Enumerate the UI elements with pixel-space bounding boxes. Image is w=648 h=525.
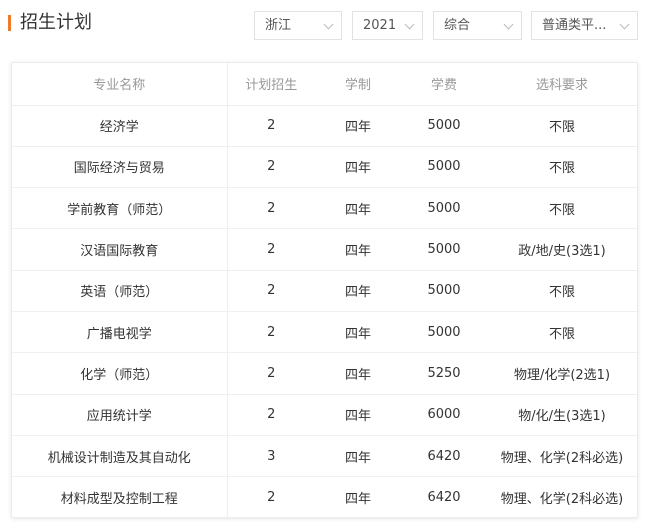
plan-cell: 2	[227, 394, 315, 436]
table-header-row: 专业名称 计划招生 学制 学费 选科要求	[12, 63, 637, 106]
tuition-cell: 6420	[401, 435, 487, 478]
chevron-down-icon	[619, 19, 630, 30]
table-row: 材料成型及控制工程 2 四年 6420 物理、化学(2科必选)	[12, 476, 637, 518]
requirement-cell: 物理、化学(2科必选)	[487, 435, 637, 478]
plan-cell: 2	[227, 352, 315, 395]
major-cell: 机械设计制造及其自动化	[12, 435, 228, 478]
table-row: 广播电视学 2 四年 5000 不限	[12, 311, 637, 354]
major-cell: 英语（师范）	[12, 270, 228, 312]
major-cell: 汉语国际教育	[12, 228, 228, 271]
plan-cell: 2	[227, 228, 315, 271]
plan-cell: 2	[227, 146, 315, 189]
title-accent-bar	[8, 15, 11, 31]
subject-type-select[interactable]: 综合	[433, 11, 522, 40]
chevron-down-icon	[323, 19, 334, 30]
tuition-cell: 5000	[401, 228, 487, 271]
duration-cell: 四年	[315, 352, 401, 395]
batch-select-value: 普通类平...	[542, 18, 607, 33]
requirement-cell: 不限	[487, 311, 637, 354]
page-header: 招生计划 浙江 2021 综合 普通类平...	[0, 0, 648, 52]
plan-cell: 3	[227, 435, 315, 478]
requirement-cell: 不限	[487, 270, 637, 312]
tuition-cell: 5000	[401, 105, 487, 147]
tuition-cell: 6000	[401, 394, 487, 436]
duration-cell: 四年	[315, 435, 401, 478]
major-cell: 应用统计学	[12, 394, 228, 436]
chevron-down-icon	[404, 19, 415, 30]
tuition-cell: 5250	[401, 352, 487, 395]
requirement-cell: 政/地/史(3选1)	[487, 228, 637, 271]
table-row: 学前教育（师范） 2 四年 5000 不限	[12, 187, 637, 230]
plan-cell: 2	[227, 105, 315, 147]
duration-cell: 四年	[315, 394, 401, 436]
requirement-cell: 不限	[487, 146, 637, 189]
major-cell: 广播电视学	[12, 311, 228, 354]
major-cell: 国际经济与贸易	[12, 146, 228, 189]
province-select-value: 浙江	[265, 18, 292, 33]
requirement-cell: 物/化/生(3选1)	[487, 394, 637, 436]
tuition-cell: 6420	[427, 490, 461, 506]
table-row: 国际经济与贸易 2 四年 5000 不限	[12, 146, 637, 189]
plan-cell: 2	[227, 311, 315, 354]
subject-type-select-value: 综合	[444, 18, 471, 33]
tuition-cell: 5000	[401, 146, 487, 189]
table-row: 英语（师范） 2 四年 5000 不限	[12, 270, 637, 312]
requirement-cell: 不限	[487, 187, 637, 230]
major-cell: 学前教育（师范）	[12, 187, 228, 230]
duration-cell: 四年	[315, 311, 401, 354]
column-header-tuition: 学费	[401, 63, 487, 106]
duration-cell: 四年	[315, 187, 401, 230]
tuition-cell: 5000	[401, 270, 487, 312]
plan-cell: 2	[267, 490, 276, 506]
major-cell: 化学（师范）	[12, 352, 228, 395]
requirement-cell: 物理/化学(2选1)	[487, 352, 637, 395]
column-header-major: 专业名称	[12, 63, 228, 106]
year-select-value: 2021	[363, 18, 397, 33]
enrollment-plan-table: 专业名称 计划招生 学制 学费 选科要求 经济学 2 四年 5000 不限 国际…	[11, 62, 638, 518]
tuition-cell: 5000	[401, 311, 487, 354]
table-row: 汉语国际教育 2 四年 5000 政/地/史(3选1)	[12, 228, 637, 271]
chevron-down-icon	[503, 19, 514, 30]
year-select[interactable]: 2021	[352, 11, 423, 40]
tuition-cell: 5000	[401, 187, 487, 230]
duration-cell: 四年	[315, 105, 401, 147]
table-row: 机械设计制造及其自动化 3 四年 6420 物理、化学(2科必选)	[12, 435, 637, 478]
requirement-cell: 不限	[487, 105, 637, 147]
table-row: 应用统计学 2 四年 6000 物/化/生(3选1)	[12, 394, 637, 436]
table-row: 经济学 2 四年 5000 不限	[12, 105, 637, 147]
plan-cell: 2	[227, 187, 315, 230]
duration-cell: 四年	[315, 228, 401, 271]
column-header-duration: 学制	[315, 63, 401, 106]
duration-cell: 四年	[315, 270, 401, 312]
requirement-cell: 物理、化学(2科必选)	[500, 492, 624, 508]
province-select[interactable]: 浙江	[254, 11, 342, 40]
plan-cell: 2	[227, 270, 315, 312]
table-row: 化学（师范） 2 四年 5250 物理/化学(2选1)	[12, 352, 637, 395]
duration-cell: 四年	[344, 492, 371, 508]
column-header-subject-requirement: 选科要求	[487, 63, 637, 106]
major-cell: 材料成型及控制工程	[12, 476, 228, 518]
major-cell: 经济学	[12, 105, 228, 147]
column-header-plan: 计划招生	[227, 63, 315, 106]
page-title: 招生计划	[20, 12, 92, 33]
duration-cell: 四年	[315, 146, 401, 189]
batch-select[interactable]: 普通类平...	[531, 11, 638, 40]
